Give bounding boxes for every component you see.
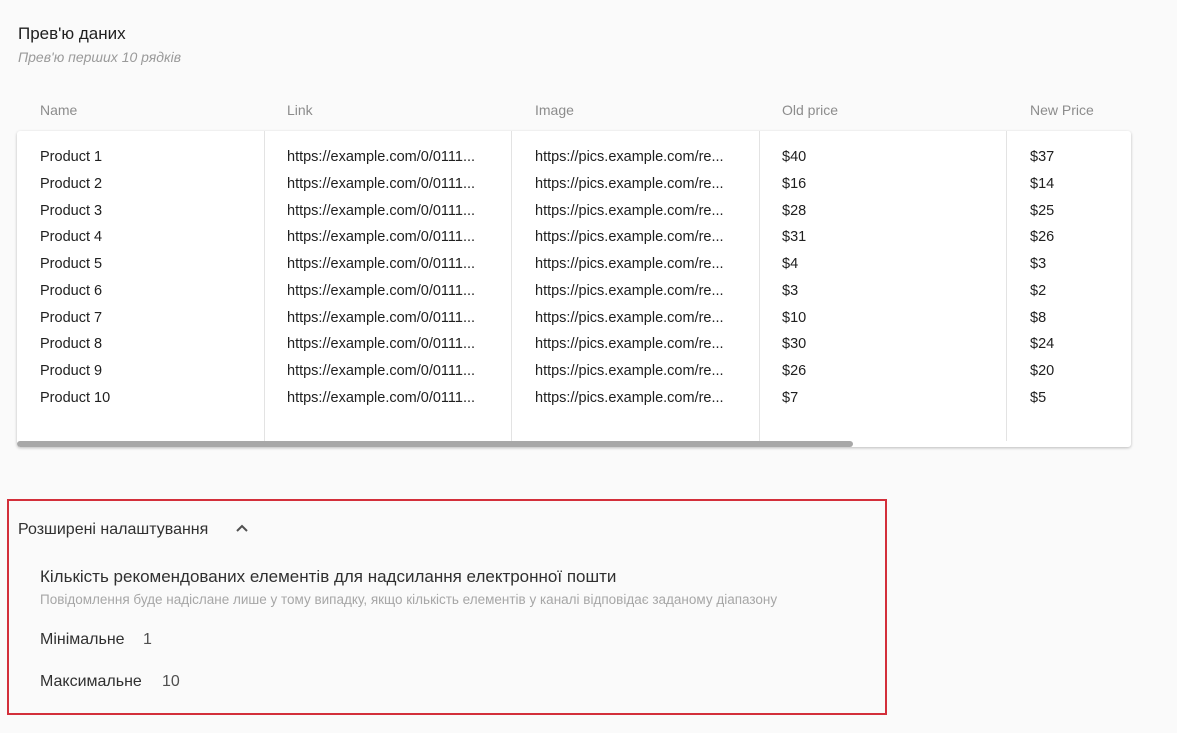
cell-old-price: $31 — [782, 229, 807, 246]
cell-name: Product 9 — [40, 363, 103, 379]
column-header-image: Image — [535, 102, 574, 118]
cell-name: Product 2 — [40, 175, 103, 192]
cell-old-price: $4 — [782, 256, 799, 272]
cell-image: https://pics.example.com/re... — [535, 389, 724, 406]
preview-table: Product 1 https://example.com/0/0111... ht… — [17, 131, 1131, 447]
cell-new-price: $26 — [1030, 229, 1055, 246]
cell-link: https://example.com/0/0111... — [287, 363, 476, 379]
cell-image: https://pics.example.com/re... — [535, 309, 724, 326]
cell-link: https://example.com/0/0111... — [287, 149, 476, 165]
column-header-link: Link — [287, 102, 313, 118]
cell-image: https://pics.example.com/re... — [535, 175, 724, 192]
preview-title: Прев'ю даних — [18, 24, 126, 43]
cell-name: Product 5 — [40, 256, 103, 272]
cell-link: https://example.com/0/0111... — [287, 309, 476, 326]
cell-link: https://example.com/0/0111... — [287, 389, 476, 406]
cell-link: https://example.com/0/0111... — [287, 175, 476, 192]
preview-subtitle: Прев'ю перших 10 рядків — [18, 49, 182, 65]
cell-old-price: $28 — [782, 202, 807, 219]
cell-image: https://pics.example.com/re... — [535, 149, 724, 165]
cell-link: https://example.com/0/0111... — [287, 336, 476, 353]
cell-new-price: $3 — [1030, 256, 1047, 272]
cell-old-price: $16 — [782, 175, 807, 192]
cell-new-price: $24 — [1030, 336, 1055, 353]
cell-old-price: $40 — [782, 149, 807, 165]
column-header-new-price: New Price — [1030, 102, 1094, 118]
cell-new-price: $14 — [1030, 175, 1055, 192]
cell-name: Product 10 — [40, 389, 111, 406]
setting-description: Повідомлення буде надіслане лише у тому … — [40, 592, 778, 607]
cell-link: https://example.com/0/0111... — [287, 282, 476, 299]
horizontal-scrollbar[interactable] — [17, 441, 853, 447]
cell-old-price: $3 — [782, 282, 799, 299]
min-value-field[interactable]: 1 — [143, 631, 152, 649]
cell-image: https://pics.example.com/re... — [535, 229, 724, 246]
advanced-settings-section: Розширені налаштування Кількість рекомен… — [7, 499, 887, 715]
cell-new-price: $8 — [1030, 309, 1047, 326]
chevron-up-icon[interactable] — [235, 523, 249, 533]
cell-name: Product 7 — [40, 309, 103, 326]
advanced-settings-toggle[interactable]: Розширені налаштування — [18, 521, 208, 539]
column-header-name: Name — [40, 102, 78, 118]
column-divider — [759, 131, 760, 441]
page: Прев'ю даних Прев'ю перших 10 рядків Nam… — [0, 0, 1177, 733]
cell-image: https://pics.example.com/re... — [535, 256, 724, 272]
column-divider — [264, 131, 265, 441]
cell-name: Product 1 — [40, 149, 103, 165]
cell-image: https://pics.example.com/re... — [535, 202, 724, 219]
cell-name: Product 3 — [40, 202, 103, 219]
cell-link: https://example.com/0/0111... — [287, 256, 476, 272]
cell-image: https://pics.example.com/re... — [535, 363, 724, 379]
cell-new-price: $5 — [1030, 389, 1047, 406]
column-divider — [1006, 131, 1007, 441]
cell-link: https://example.com/0/0111... — [287, 202, 476, 219]
min-label: Мінімальне — [40, 631, 125, 648]
cell-image: https://pics.example.com/re... — [535, 282, 724, 299]
cell-old-price: $26 — [782, 363, 807, 379]
cell-name: Product 4 — [40, 229, 103, 246]
column-divider — [511, 131, 512, 441]
cell-old-price: $30 — [782, 336, 807, 353]
cell-image: https://pics.example.com/re... — [535, 336, 724, 353]
cell-link: https://example.com/0/0111... — [287, 229, 476, 246]
cell-old-price: $7 — [782, 389, 799, 406]
cell-new-price: $2 — [1030, 282, 1047, 299]
cell-new-price: $37 — [1030, 149, 1055, 165]
cell-new-price: $25 — [1030, 202, 1055, 219]
setting-title: Кількість рекомендованих елементів для н… — [40, 567, 617, 586]
max-value-field[interactable]: 10 — [162, 673, 180, 691]
cell-new-price: $20 — [1030, 363, 1055, 379]
max-label: Максимальне — [40, 673, 142, 690]
cell-name: Product 6 — [40, 282, 103, 299]
column-header-old-price: Old price — [782, 102, 839, 118]
cell-old-price: $10 — [782, 309, 807, 326]
cell-name: Product 8 — [40, 336, 103, 353]
